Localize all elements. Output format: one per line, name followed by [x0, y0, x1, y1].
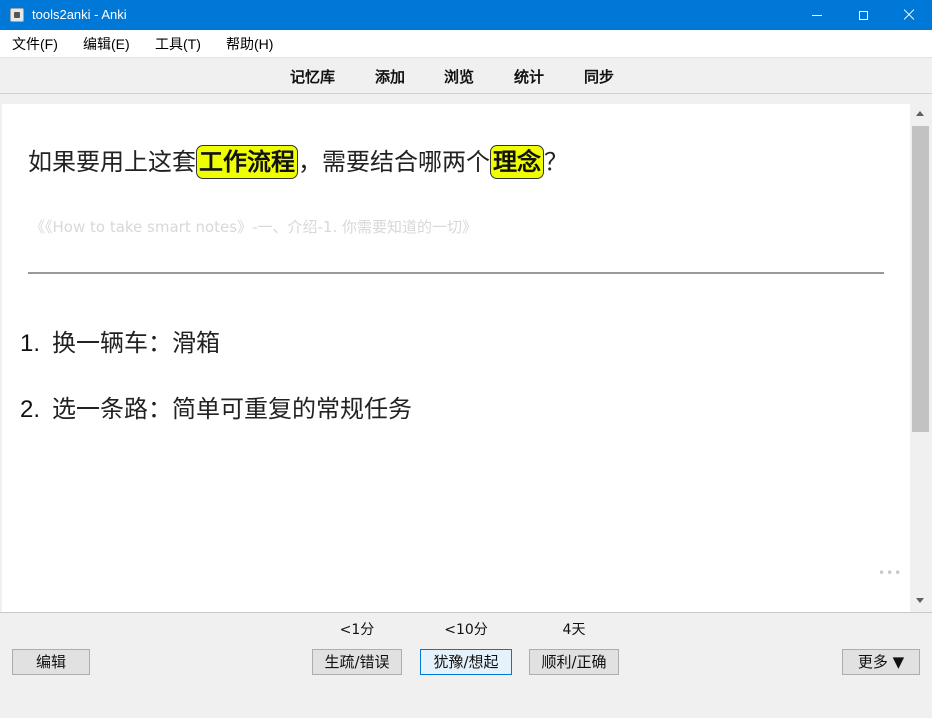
main-toolbar: 记忆库 添加 浏览 统计 同步 [0, 58, 932, 94]
more-button[interactable]: 更多 ▼ [842, 649, 920, 675]
question-text-middle: ，需要结合哪两个 [298, 148, 490, 176]
interval-again: <1分 [339, 622, 375, 638]
card-source: 《《How to take smart notes》-一、介绍-1. 你需要知道… [30, 218, 477, 236]
menu-file[interactable]: 文件(F) [12, 36, 58, 52]
toolbar-stats-link[interactable]: 统计 [514, 68, 544, 86]
close-icon [903, 9, 915, 21]
toolbar-add-link[interactable]: 添加 [375, 68, 405, 86]
interval-hard: <10分 [444, 622, 488, 638]
question-text-before: 如果要用上这套 [28, 148, 196, 176]
toolbar-sync-link[interactable]: 同步 [584, 68, 614, 86]
window-title: tools2anki - Anki [32, 7, 127, 22]
answer-number: 1. [20, 330, 41, 357]
answer-good-button[interactable]: 顺利/正确 [529, 649, 619, 675]
edit-button[interactable]: 编辑 [12, 649, 90, 675]
toolbar-decks-link[interactable]: 记忆库 [290, 68, 335, 86]
resize-grip-icon: ••• [878, 566, 903, 580]
minimize-icon [812, 14, 822, 16]
card-view: 如果要用上这套 工作流程 ，需要结合哪两个 理念？ 《《How to take sma… [2, 104, 910, 612]
answer-item: 1. 换一辆车：滑箱 [20, 328, 220, 359]
toolbar-browse-link[interactable]: 浏览 [444, 68, 474, 86]
answer-again-button[interactable]: 生疏/错误 [312, 649, 402, 675]
interval-good: 4天 [562, 622, 586, 638]
maximize-icon [858, 10, 868, 20]
question-text-after: ？ [544, 148, 568, 176]
menu-tools[interactable]: 工具(T) [155, 36, 201, 52]
cloze-highlight-1: 工作流程 [196, 145, 298, 179]
card-question: 如果要用上这套 工作流程 ，需要结合哪两个 理念？ [28, 144, 568, 180]
card-scrollbar[interactable] [910, 104, 930, 612]
menu-help[interactable]: 帮助(H) [226, 36, 273, 52]
answer-bar: <1分 <10分 4天 编辑 生疏/错误 犹豫/想起 顺利/正确 更多 ▼ [0, 612, 932, 718]
close-button[interactable] [886, 0, 932, 30]
minimize-button[interactable] [794, 0, 840, 30]
answer-number: 2. [20, 396, 41, 423]
reviewer-area: 如果要用上这套 工作流程 ，需要结合哪两个 理念？ 《《How to take sma… [0, 94, 932, 612]
answer-item: 2. 选一条路：简单可重复的常规任务 [20, 394, 412, 425]
menu-edit[interactable]: 编辑(E) [83, 36, 130, 52]
scroll-up-arrow-icon[interactable] [916, 111, 924, 116]
scroll-down-arrow-icon[interactable] [916, 598, 924, 603]
cloze-highlight-2: 理念 [490, 145, 544, 179]
menu-bar: 文件(F) 编辑(E) 工具(T) 帮助(H) [0, 30, 932, 58]
scroll-thumb[interactable] [912, 126, 929, 432]
answer-text: 选一条路：简单可重复的常规任务 [52, 395, 413, 423]
answer-divider [28, 272, 884, 274]
answer-hard-button[interactable]: 犹豫/想起 [420, 649, 512, 675]
anki-app-icon [10, 8, 24, 22]
title-bar: tools2anki - Anki [0, 0, 932, 30]
answer-text: 换一辆车：滑箱 [52, 329, 221, 357]
maximize-button[interactable] [840, 0, 886, 30]
